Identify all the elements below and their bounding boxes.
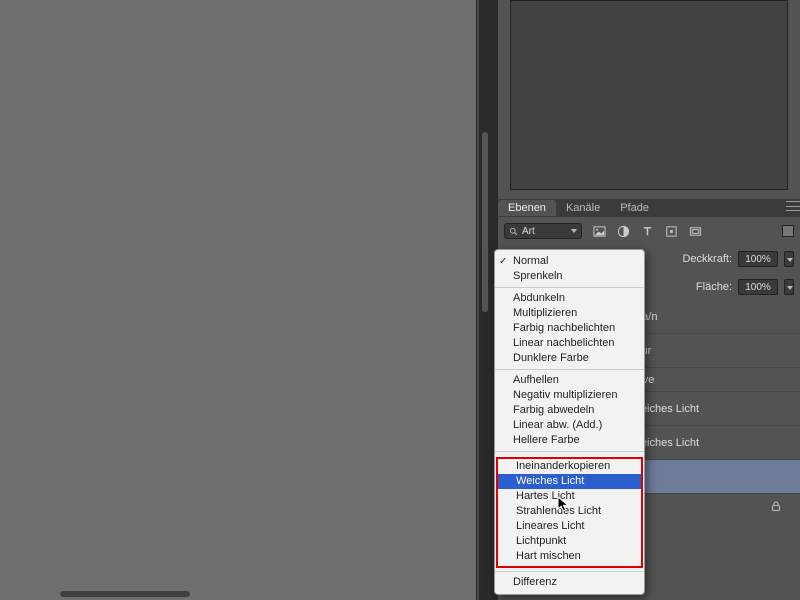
- blend-item-difference[interactable]: Differenz: [495, 575, 644, 590]
- filter-type-dropdown[interactable]: Art: [504, 223, 582, 239]
- chevron-down-icon: [571, 229, 577, 233]
- blend-item-colorburn[interactable]: Farbig nachbelichten: [495, 321, 644, 336]
- filter-adjust-icon[interactable]: [616, 224, 630, 238]
- filter-type-label: Art: [522, 226, 535, 237]
- filter-shape-icon[interactable]: [664, 224, 678, 238]
- blend-mode-dropdown[interactable]: Normal Sprenkeln Abdunkeln Multipliziere…: [494, 249, 645, 595]
- tab-paths[interactable]: Pfade: [610, 200, 659, 216]
- blend-item-lighter[interactable]: Hellere Farbe: [495, 433, 644, 448]
- blend-item-normal[interactable]: Normal: [495, 254, 644, 269]
- blend-item-lineardodge[interactable]: Linear abw. (Add.): [495, 418, 644, 433]
- blend-item-softlight[interactable]: Weiches Licht: [498, 474, 641, 489]
- blend-item-dissolve[interactable]: Sprenkeln: [495, 269, 644, 284]
- blend-item-pin[interactable]: Lichtpunkt: [498, 534, 641, 549]
- blend-item-darker[interactable]: Dunklere Farbe: [495, 351, 644, 366]
- opacity-value[interactable]: 100%: [738, 251, 778, 267]
- search-icon: [509, 227, 518, 236]
- tab-layers[interactable]: Ebenen: [498, 200, 556, 216]
- filter-text-icon[interactable]: [640, 224, 654, 238]
- navigator-preview[interactable]: [510, 0, 788, 190]
- fill-value[interactable]: 100%: [738, 279, 778, 295]
- layer-filter-row: Art: [504, 222, 794, 240]
- filter-pixel-icon[interactable]: [592, 224, 606, 238]
- fill-stepper[interactable]: [784, 279, 794, 295]
- blend-item-darken[interactable]: Abdunkeln: [495, 291, 644, 306]
- filter-toggle[interactable]: [782, 225, 794, 237]
- blend-item-colordodge[interactable]: Farbig abwedeln: [495, 403, 644, 418]
- filter-smart-icon[interactable]: [688, 224, 702, 238]
- blend-item-multiply[interactable]: Multiplizieren: [495, 306, 644, 321]
- horizontal-scrollbar-thumb[interactable]: [60, 591, 190, 597]
- blend-item-lighten[interactable]: Aufhellen: [495, 373, 644, 388]
- fill-label: Fläche:: [696, 281, 732, 293]
- blend-item-linearburn[interactable]: Linear nachbelichten: [495, 336, 644, 351]
- blend-item-overlay[interactable]: Ineinanderkopieren: [498, 459, 641, 474]
- panel-divider[interactable]: [476, 0, 480, 600]
- blend-item-linear[interactable]: Lineares Licht: [498, 519, 641, 534]
- opacity-stepper[interactable]: [784, 251, 794, 267]
- blend-item-hardlight[interactable]: Hartes Licht: [498, 489, 641, 504]
- blend-item-vivid[interactable]: Strahlendes Licht: [498, 504, 641, 519]
- blend-item-hardmix[interactable]: Hart mischen: [498, 549, 641, 564]
- lock-icon: [770, 500, 782, 512]
- blend-item-screen[interactable]: Negativ multiplizieren: [495, 388, 644, 403]
- document-canvas[interactable]: [0, 0, 480, 600]
- panel-tabs: Ebenen Kanäle Pfade: [498, 199, 800, 217]
- panel-menu-icon[interactable]: [786, 201, 800, 211]
- opacity-label: Deckkraft:: [682, 253, 732, 265]
- tab-channels[interactable]: Kanäle: [556, 200, 610, 216]
- vertical-scrollbar-thumb[interactable]: [482, 132, 488, 312]
- blend-highlight-box: Ineinanderkopieren Weiches Licht Hartes …: [496, 457, 643, 568]
